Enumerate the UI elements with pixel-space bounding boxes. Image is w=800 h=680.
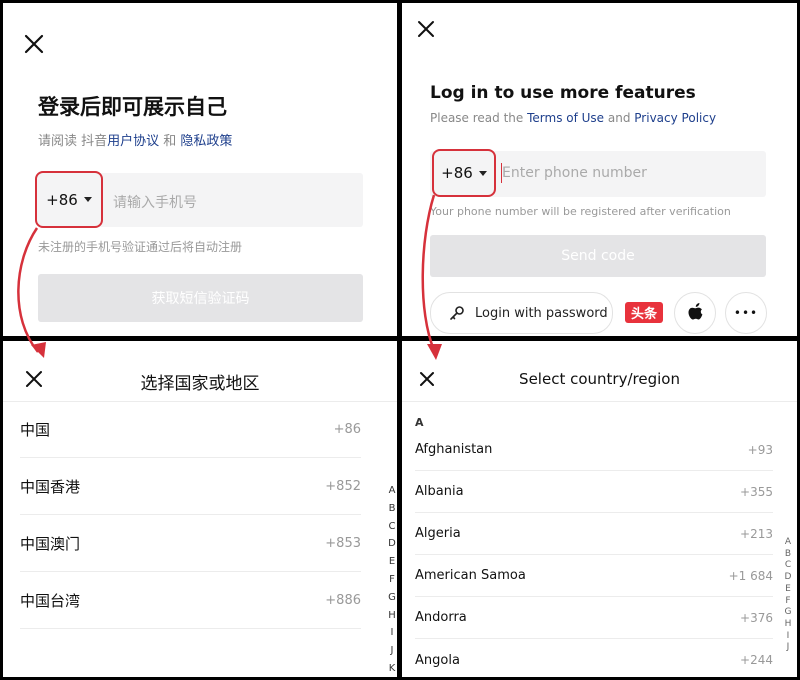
list-item[interactable]: 中国香港 +852 bbox=[20, 458, 361, 515]
and-text: and bbox=[604, 111, 635, 125]
cn-region-panel: 选择国家或地区 中国 +86 中国香港 +852 中国澳门 +853 中国台湾 … bbox=[3, 341, 397, 677]
and-text: 和 bbox=[159, 134, 181, 149]
country-name: Afghanistan bbox=[415, 442, 493, 457]
index-letter[interactable]: I bbox=[391, 624, 394, 642]
login-with-password-label: Login with password bbox=[475, 305, 608, 321]
index-letter[interactable]: G bbox=[785, 607, 792, 619]
phone-input[interactable]: Enter phone number bbox=[502, 165, 647, 181]
list-item[interactable]: Angola +244 bbox=[415, 639, 773, 677]
page-title: 选择国家或地区 bbox=[140, 374, 260, 394]
index-letter[interactable]: B bbox=[389, 500, 396, 518]
register-hint: Your phone number will be registered aft… bbox=[430, 205, 731, 218]
list-item[interactable]: 中国澳门 +853 bbox=[20, 515, 361, 572]
index-letter[interactable]: D bbox=[785, 572, 792, 584]
list-item[interactable]: Afghanistan +93 bbox=[415, 429, 773, 471]
page-title: Select country/region bbox=[519, 370, 680, 388]
page-title: Log in to use more features bbox=[430, 83, 696, 103]
list-item[interactable]: Albania +355 bbox=[415, 471, 773, 513]
index-letter[interactable]: C bbox=[785, 560, 791, 572]
country-code: +244 bbox=[740, 653, 773, 667]
close-icon[interactable] bbox=[23, 33, 45, 55]
country-code: +86 bbox=[333, 421, 361, 437]
country-name: 中国澳门 bbox=[20, 534, 81, 553]
login-with-password-button[interactable]: Login with password bbox=[430, 292, 613, 334]
country-code: +376 bbox=[740, 610, 773, 625]
page-title: 登录后即可展示自己 bbox=[38, 95, 227, 119]
country-name: Algeria bbox=[415, 526, 461, 541]
agreement-text: 请阅读 抖音用户协议 和 隐私政策 bbox=[38, 130, 232, 149]
index-letter[interactable]: H bbox=[785, 619, 792, 631]
alphabet-index[interactable]: A B C D E F G H I J bbox=[782, 537, 794, 654]
index-letter[interactable]: H bbox=[388, 607, 396, 625]
country-name: 中国香港 bbox=[20, 477, 81, 496]
index-letter[interactable]: G bbox=[388, 589, 396, 607]
index-letter[interactable]: K bbox=[389, 660, 396, 677]
phone-input[interactable]: 请输入手机号 bbox=[113, 192, 197, 212]
caret-down-icon bbox=[478, 170, 487, 176]
country-code: +852 bbox=[325, 478, 361, 494]
privacy-policy-link[interactable]: Privacy Policy bbox=[634, 111, 716, 125]
country-code-value: +86 bbox=[441, 164, 473, 182]
caret-down-icon bbox=[83, 197, 92, 202]
country-name: American Samoa bbox=[415, 568, 526, 583]
country-code: +355 bbox=[740, 484, 773, 499]
index-letter[interactable]: F bbox=[389, 571, 395, 589]
index-letter[interactable]: C bbox=[389, 518, 396, 536]
index-letter[interactable]: I bbox=[787, 631, 790, 643]
country-code-value: +86 bbox=[46, 190, 78, 209]
register-hint: 未注册的手机号验证通过后将自动注册 bbox=[38, 240, 243, 254]
key-icon bbox=[450, 306, 464, 320]
list-item[interactable]: 中国台湾 +886 bbox=[20, 572, 361, 629]
apple-login-button[interactable] bbox=[674, 292, 716, 334]
country-code-selector[interactable]: +86 bbox=[432, 149, 496, 197]
country-name: 中国台湾 bbox=[20, 591, 81, 610]
country-name: Andorra bbox=[415, 610, 467, 625]
cn-login-panel: 登录后即可展示自己 请阅读 抖音用户协议 和 隐私政策 +86 请输入手机号 未… bbox=[3, 3, 397, 336]
agreement-text: Please read the Terms of Use and Privacy… bbox=[430, 111, 716, 125]
list-item[interactable]: American Samoa +1 684 bbox=[415, 555, 773, 597]
index-letter[interactable]: J bbox=[787, 642, 790, 654]
index-letter[interactable]: A bbox=[389, 482, 396, 500]
index-letter[interactable]: J bbox=[391, 642, 394, 660]
country-name: Albania bbox=[415, 484, 464, 499]
country-code: +853 bbox=[325, 535, 361, 551]
privacy-policy-link[interactable]: 隐私政策 bbox=[180, 134, 232, 149]
alphabet-index[interactable]: A B C D E F G H I J K bbox=[386, 482, 397, 677]
en-region-panel: Select country/region A Afghanistan +93 … bbox=[402, 341, 797, 677]
header-divider bbox=[402, 401, 797, 402]
country-name: 中国 bbox=[20, 420, 51, 439]
list-item[interactable]: Andorra +376 bbox=[415, 597, 773, 639]
country-code: +213 bbox=[740, 526, 773, 541]
more-icon[interactable]: ••• bbox=[725, 292, 767, 334]
user-agreement-link[interactable]: 用户协议 bbox=[107, 134, 159, 149]
index-letter[interactable]: B bbox=[785, 549, 791, 561]
close-icon[interactable] bbox=[416, 19, 436, 39]
index-letter[interactable]: A bbox=[785, 537, 791, 549]
list-item[interactable]: Algeria +213 bbox=[415, 513, 773, 555]
country-code: +1 684 bbox=[728, 568, 773, 583]
country-code-selector[interactable]: +86 bbox=[35, 171, 103, 228]
agreement-prefix: Please read the bbox=[430, 111, 528, 125]
country-name: Angola bbox=[415, 652, 460, 668]
section-header: A bbox=[415, 416, 424, 429]
toutiao-login-button[interactable]: 头条 bbox=[625, 302, 663, 323]
index-letter[interactable]: E bbox=[785, 584, 791, 596]
index-letter[interactable]: F bbox=[785, 596, 790, 608]
terms-of-use-link[interactable]: Terms of Use bbox=[527, 111, 604, 125]
send-code-button[interactable]: Send code bbox=[430, 235, 766, 277]
list-item[interactable]: 中国 +86 bbox=[20, 401, 361, 458]
country-code: +886 bbox=[325, 592, 361, 608]
index-letter[interactable]: E bbox=[389, 553, 395, 571]
country-code: +93 bbox=[747, 442, 773, 457]
index-letter[interactable]: D bbox=[388, 535, 396, 553]
agreement-prefix: 请阅读 抖音 bbox=[38, 134, 108, 149]
en-login-panel: Log in to use more features Please read … bbox=[402, 3, 797, 336]
get-sms-code-button[interactable]: 获取短信验证码 bbox=[38, 274, 363, 322]
apple-icon bbox=[688, 303, 703, 320]
